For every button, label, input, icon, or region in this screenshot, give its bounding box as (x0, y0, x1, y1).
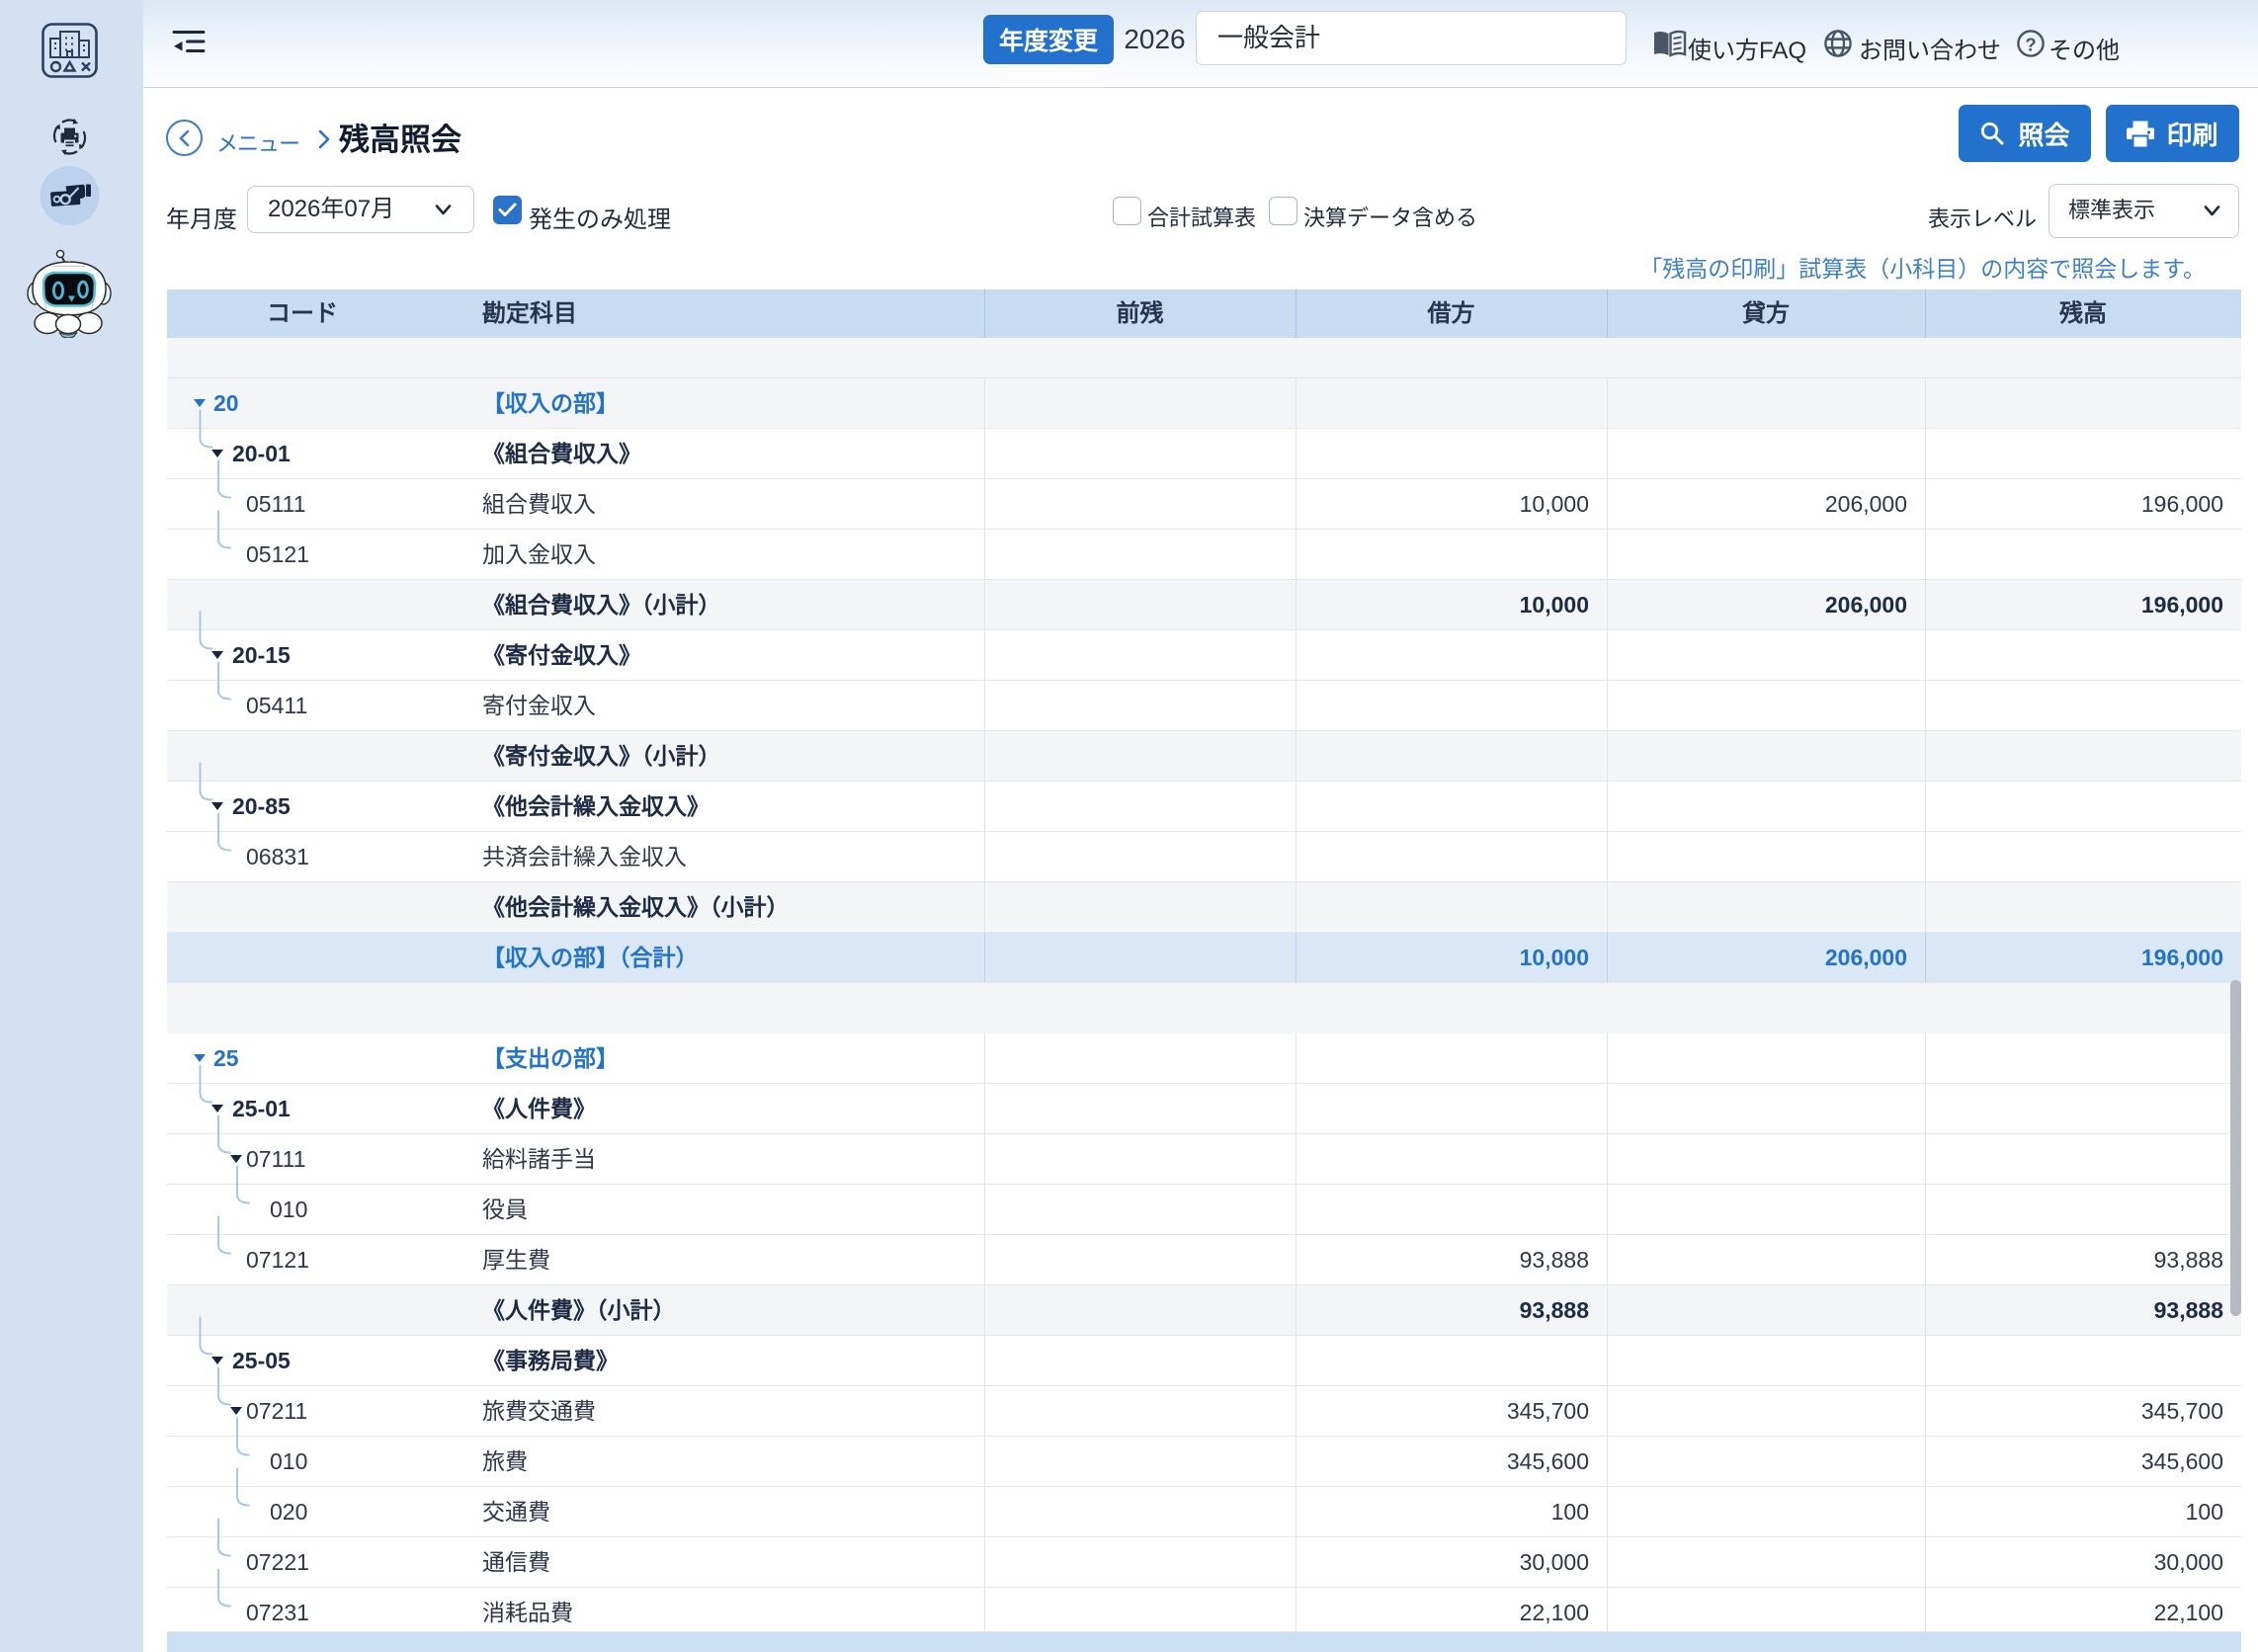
svg-text:?: ? (2025, 34, 2036, 54)
